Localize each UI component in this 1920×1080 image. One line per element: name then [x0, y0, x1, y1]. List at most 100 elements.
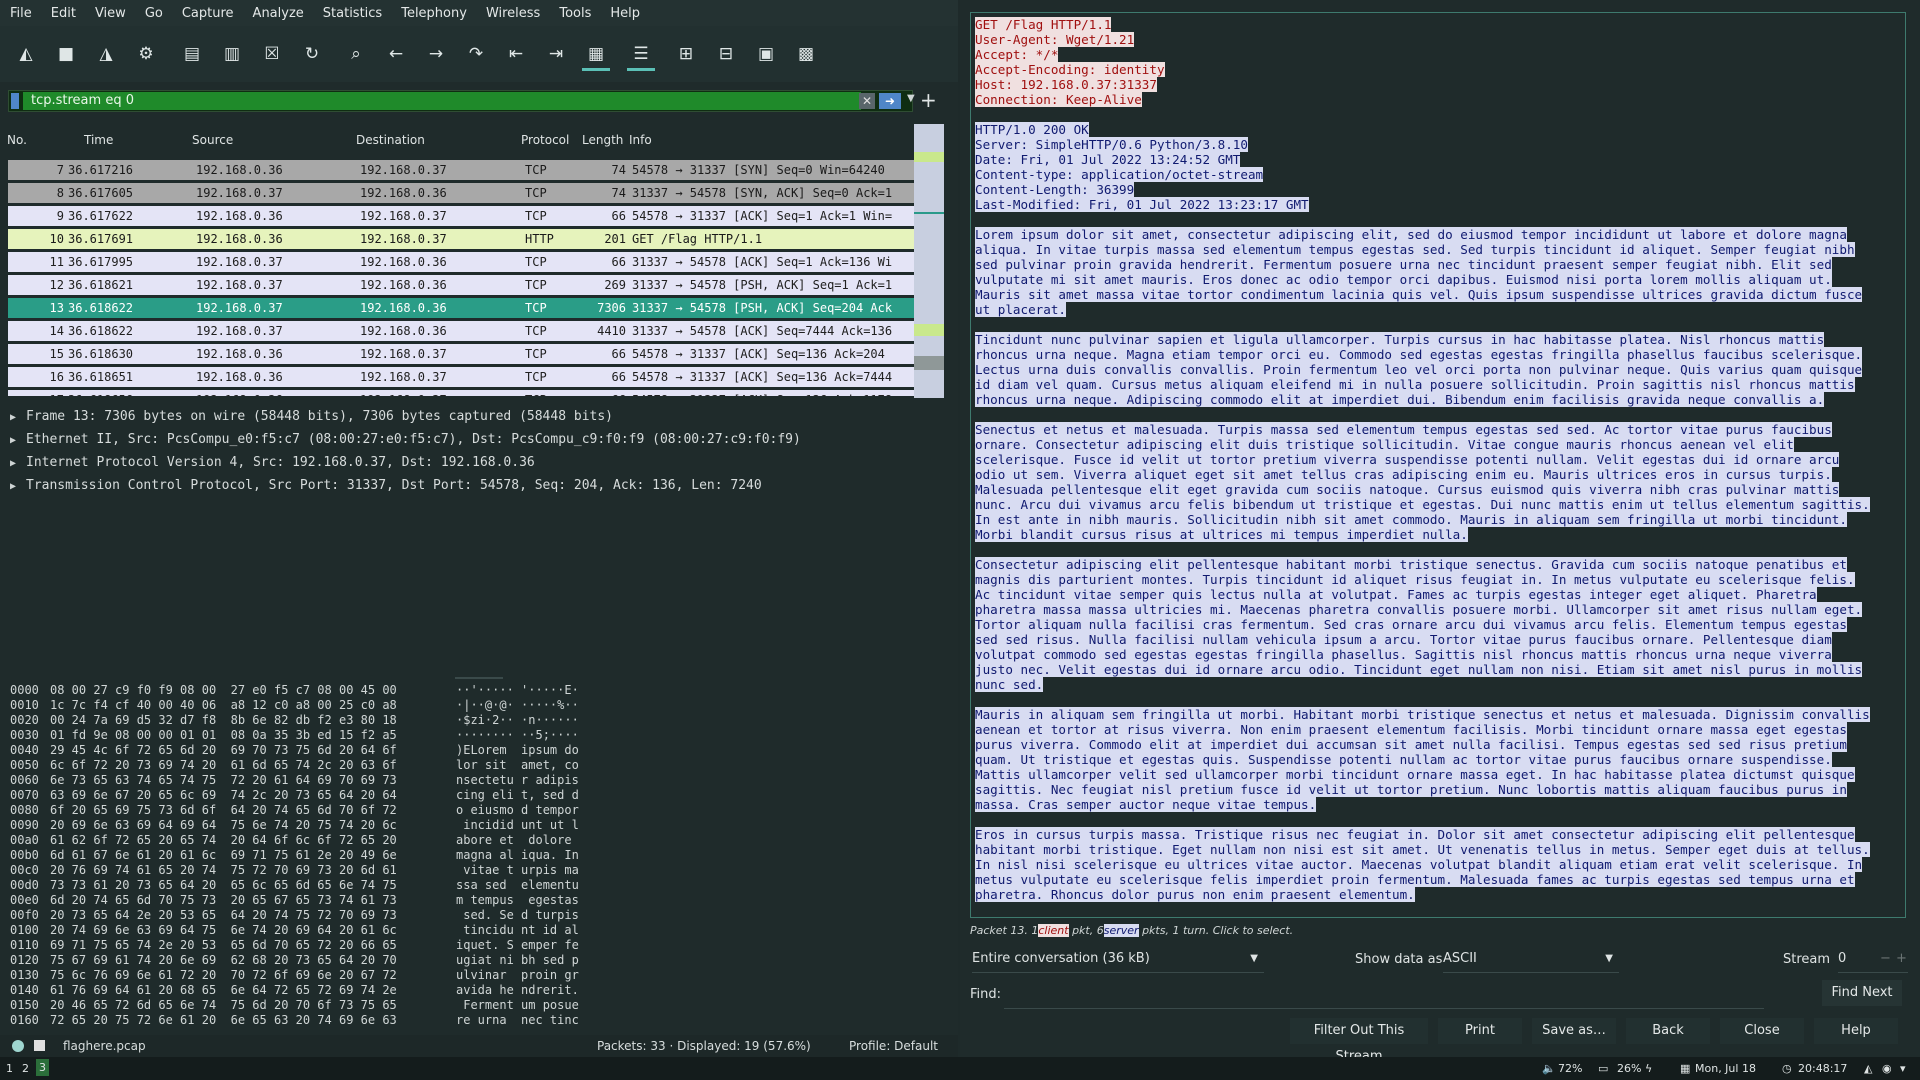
menu-analyze[interactable]: Analyze — [243, 6, 313, 21]
autoscroll-icon[interactable]: ▦ — [582, 40, 610, 71]
help-button[interactable]: Help — [1814, 1018, 1898, 1044]
go-forward-arrow-icon[interactable]: → — [422, 40, 450, 68]
details-tree-item[interactable]: ▶ Transmission Control Protocol, Src Port… — [10, 475, 762, 497]
menu-go[interactable]: Go — [135, 6, 172, 21]
last-packet-icon[interactable]: ⇥ — [542, 40, 570, 68]
menu-statistics[interactable]: Statistics — [313, 6, 391, 21]
save-as-button[interactable]: Save as… — [1532, 1018, 1616, 1044]
expand-arrow-icon[interactable]: ▶ — [10, 407, 26, 429]
filter-history-chevron-down-icon[interactable]: ▼ — [907, 93, 915, 104]
capture-options-gear-icon[interactable]: ⚙ — [132, 40, 160, 68]
go-to-packet-icon[interactable]: ↷ — [462, 40, 490, 68]
add-filter-button-plus-icon[interactable]: + — [920, 88, 937, 112]
hex-ascii: o eiusmo d tempor — [456, 803, 579, 817]
open-file-icon[interactable]: ▤ — [178, 40, 206, 68]
apply-filter-arrow-icon[interactable]: ➜ — [879, 93, 901, 109]
stop-capture-icon[interactable]: ■ — [52, 40, 80, 68]
wireshark-tray-icon[interactable]: ◭ — [1864, 1062, 1872, 1075]
expand-arrow-icon[interactable]: ▶ — [10, 476, 26, 498]
stream-number-spinbox[interactable]: 0 − + — [1838, 946, 1908, 973]
restart-capture-icon[interactable]: ◮ — [92, 40, 120, 68]
clear-filter-icon[interactable]: ✕ — [859, 93, 875, 109]
response-body-line: justo nec. Velit egestas dui id ornare a… — [975, 662, 1863, 677]
packet-row[interactable]: 15 36.618630 192.168.0.36 192.168.0.37 TCP 66… — [8, 344, 914, 364]
close-file-icon[interactable]: ☒ — [258, 40, 286, 68]
colorize-icon[interactable]: ☰ — [627, 40, 655, 71]
packet-no: 16 — [49, 370, 64, 384]
packet-row[interactable]: 17 36.618656 192.168.0.36 192.168.0.37 TCP66… — [8, 390, 914, 396]
menu-telephony[interactable]: Telephony — [391, 6, 476, 21]
stream-summary-info[interactable]: Packet 13. 1client pkt, 6server pkts, 1 … — [970, 924, 1293, 937]
column-header-source[interactable]: Source — [192, 133, 233, 147]
details-tree-item[interactable]: ▶ Frame 13: 7306 bytes on wire (58448 bit… — [10, 406, 613, 428]
menu-wireless[interactable]: Wireless — [476, 6, 549, 21]
packet-list: No. Time Source Destination Protocol Len… — [4, 128, 914, 396]
hex-ascii: nsectetu r adipis — [456, 773, 579, 787]
packet-info: 31337 → 54578 [SYN, ACK] Seq=0 Ack=1 — [632, 186, 893, 200]
packet-len: 269 — [604, 278, 626, 292]
browser-tray-icon[interactable]: ◉ — [1882, 1062, 1892, 1075]
bookmark-icon[interactable] — [11, 93, 19, 109]
resize-columns-icon[interactable]: ▩ — [792, 40, 820, 68]
column-header-info[interactable]: Info — [629, 133, 652, 147]
save-file-icon[interactable]: ▥ — [218, 40, 246, 68]
find-next-button[interactable]: Find Next — [1822, 980, 1902, 1006]
capture-comment-edit-icon[interactable] — [34, 1040, 45, 1051]
go-back-arrow-icon[interactable]: ← — [382, 40, 410, 68]
packet-row[interactable]: 9 36.617622 192.168.0.36 192.168.0.37 TCP 66 5… — [8, 206, 914, 226]
hex-ascii: ·|··@·@· ·····%·· — [456, 698, 579, 712]
packet-row[interactable]: 11 36.617995 192.168.0.37 192.168.0.36 TCP 66… — [8, 252, 914, 272]
first-packet-icon[interactable]: ⇤ — [502, 40, 530, 68]
show-data-as-select[interactable]: ASCII ▼ — [1443, 946, 1619, 973]
details-tree-item[interactable]: ▶ Internet Protocol Version 4, Src: 192.1… — [10, 452, 535, 474]
expert-info-status-icon[interactable] — [12, 1040, 24, 1052]
packet-row[interactable]: 12 36.618621 192.168.0.37 192.168.0.36 TCP 26… — [8, 275, 914, 295]
menu-capture[interactable]: Capture — [172, 6, 243, 21]
menu-tools[interactable]: Tools — [549, 6, 600, 21]
packet-row[interactable]: 8 36.617605 192.168.0.37 192.168.0.36 TCP 74 3… — [8, 183, 914, 203]
workspace-3-active[interactable]: 3 — [36, 1059, 49, 1076]
filter-out-stream-button[interactable]: Filter Out This Stream — [1290, 1018, 1428, 1057]
decrement-minus-icon[interactable]: − — [1880, 946, 1891, 972]
packet-list-minimap-scrollbar[interactable] — [914, 124, 944, 398]
packet-row[interactable]: 7 36.617216 192.168.0.36 192.168.0.37 TCP 74 5… — [8, 160, 914, 180]
print-button[interactable]: Print — [1438, 1018, 1522, 1044]
find-input[interactable] — [1004, 982, 1764, 1009]
menu-view[interactable]: View — [85, 6, 135, 21]
packet-proto: TCP — [525, 324, 547, 338]
column-header-time[interactable]: Time — [84, 133, 113, 147]
conversation-select[interactable]: Entire conversation (36 kB) ▼ — [972, 946, 1264, 973]
workspace-1[interactable]: 1 — [6, 1062, 13, 1075]
packet-row[interactable]: 14 36.618622 192.168.0.37 192.168.0.36 TCP 44… — [8, 321, 914, 341]
increment-plus-icon[interactable]: + — [1896, 946, 1907, 972]
packet-row[interactable]: 16 36.618651 192.168.0.36 192.168.0.37 TCP 66… — [8, 367, 914, 387]
menu-edit[interactable]: Edit — [41, 6, 85, 21]
zoom-out-icon[interactable]: ⊟ — [712, 40, 740, 68]
packet-row[interactable]: 10 36.617691 192.168.0.36 192.168.0.37 HTTP 2… — [8, 229, 914, 249]
back-button[interactable]: Back — [1626, 1018, 1710, 1044]
close-button[interactable]: Close — [1720, 1018, 1804, 1044]
menu-file[interactable]: File — [0, 6, 41, 21]
normal-size-icon[interactable]: ▣ — [752, 40, 780, 68]
profile-name[interactable]: Profile: Default — [849, 1039, 938, 1053]
column-header-destination[interactable]: Destination — [356, 133, 425, 147]
packet-proto: TCP — [525, 390, 585, 396]
pane-splitter-handle[interactable] — [455, 677, 503, 679]
column-header-length[interactable]: Length — [582, 133, 623, 147]
details-tree-item[interactable]: ▶ Ethernet II, Src: PcsCompu_e0:f5:c7 (08… — [10, 429, 801, 451]
zoom-in-icon[interactable]: ⊞ — [672, 40, 700, 68]
stream-content-text[interactable]: GET /Flag HTTP/1.1 User-Agent: Wget/1.21 A… — [970, 12, 1906, 918]
network-tray-icon[interactable]: ▾ — [1900, 1062, 1906, 1075]
display-filter-input[interactable]: tcp.stream eq 0 — [23, 92, 861, 110]
column-header-no[interactable]: No. — [7, 133, 27, 147]
find-packet-search-icon[interactable]: ⌕ — [342, 40, 370, 68]
packet-row-selected[interactable]: 13 36.618622 192.168.0.37 192.168.0.36 TCP 73… — [8, 298, 914, 318]
column-header-protocol[interactable]: Protocol — [521, 133, 569, 147]
reload-file-icon[interactable]: ↻ — [298, 40, 326, 68]
expand-arrow-icon[interactable]: ▶ — [10, 430, 26, 452]
menu-help[interactable]: Help — [600, 6, 649, 21]
volume-icon[interactable]: 🔈 — [1542, 1062, 1556, 1075]
shark-fin-start-icon[interactable]: ◭ — [12, 40, 40, 68]
expand-arrow-icon[interactable]: ▶ — [10, 453, 26, 475]
workspace-2[interactable]: 2 — [22, 1062, 29, 1075]
